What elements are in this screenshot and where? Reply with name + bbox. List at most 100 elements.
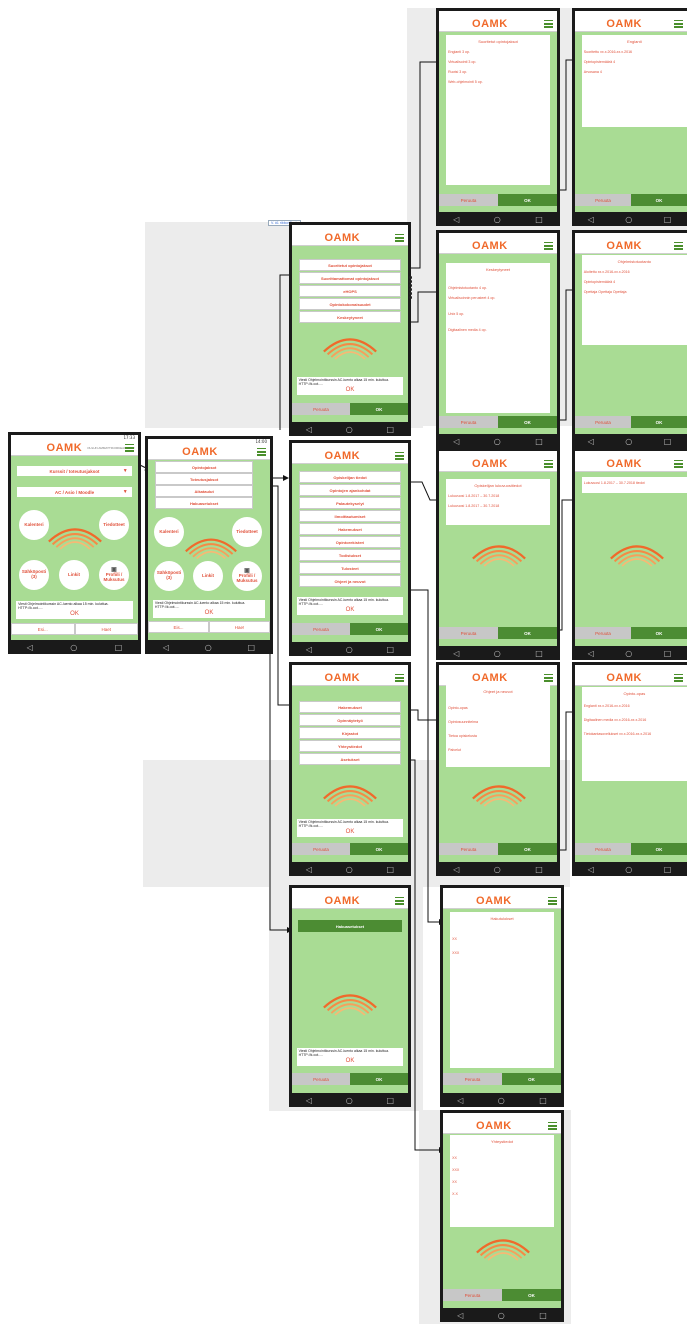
back-nav-icon[interactable]: ◁ xyxy=(457,1311,463,1320)
list-item[interactable]: Tietoa opiskelusta xyxy=(448,734,550,738)
notices-button[interactable]: Tiedotteet xyxy=(232,517,262,547)
menu-thesis[interactable]: Opinnäytetyö xyxy=(298,714,402,726)
hamburger-menu-icon[interactable] xyxy=(674,674,683,682)
list-item[interactable]: Digitaalinen media xx.x.2016-xx.x.2016 xyxy=(584,718,687,722)
back-nav-icon[interactable]: ◁ xyxy=(453,865,459,874)
menu-item-opintojaksot[interactable]: Opintojaksot xyxy=(155,461,253,473)
menu-registrations[interactable]: Ilmoittautumiset xyxy=(298,510,402,522)
calendar-button[interactable]: Kalenteri xyxy=(154,517,184,547)
back-nav-icon[interactable]: ◁ xyxy=(27,643,33,652)
email-button[interactable]: Sähköposti (3) xyxy=(19,560,49,590)
ok-button[interactable]: OK xyxy=(502,1073,561,1085)
list-item[interactable]: XX xyxy=(452,1156,554,1160)
menu-item-toteutusjaksot[interactable]: Toteutusjaksot xyxy=(155,473,253,485)
search-button[interactable]: Hae! xyxy=(209,621,270,633)
profile-button[interactable]: ▣ Profiili / Muksutus xyxy=(232,561,262,591)
home-nav-icon[interactable]: ○ xyxy=(346,645,353,654)
ok-button[interactable]: OK xyxy=(498,843,557,855)
home-nav-icon[interactable]: ○ xyxy=(205,643,212,652)
ok-button[interactable]: OK xyxy=(350,623,408,635)
list-item[interactable]: Opintosuunnitelma xyxy=(448,720,550,724)
menu-feedback[interactable]: Palautekyselyt xyxy=(298,497,402,509)
home-nav-icon[interactable]: ○ xyxy=(625,215,632,224)
back-nav-icon[interactable]: ◁ xyxy=(588,865,594,874)
back-nav-icon[interactable]: ◁ xyxy=(588,437,594,446)
home-nav-icon[interactable]: ○ xyxy=(346,865,353,874)
cancel-search-button[interactable]: Esi... xyxy=(11,623,75,635)
back-nav-icon[interactable]: ◁ xyxy=(163,643,169,652)
back-nav-icon[interactable]: ◁ xyxy=(453,215,459,224)
ok-button[interactable]: OK xyxy=(350,1073,408,1085)
ok-button[interactable]: OK xyxy=(498,627,557,639)
recent-apps-icon[interactable]: □ xyxy=(387,865,395,874)
message-ok-button[interactable]: OK xyxy=(18,611,131,617)
recent-apps-icon[interactable]: □ xyxy=(535,437,543,446)
list-item[interactable]: XXX xyxy=(452,951,554,955)
cancel-button[interactable]: Peruuta xyxy=(439,416,498,428)
list-item[interactable]: Virtualisointi 3 op. xyxy=(448,60,550,64)
platform-dropdown[interactable]: AC / Asio / Moodle ▼ xyxy=(17,487,132,497)
cancel-button[interactable]: Peruuta xyxy=(292,623,350,635)
message-ok-button[interactable]: OK xyxy=(299,607,402,613)
hamburger-menu-icon[interactable] xyxy=(257,448,266,456)
home-nav-icon[interactable]: ○ xyxy=(498,1311,505,1320)
recent-apps-icon[interactable]: □ xyxy=(664,437,672,446)
home-nav-icon[interactable]: ○ xyxy=(494,437,501,446)
home-nav-icon[interactable]: ○ xyxy=(346,1096,353,1105)
search-button[interactable]: Haet xyxy=(74,623,138,635)
menu-certificates[interactable]: Todistukset xyxy=(298,549,402,561)
menu-study-periods[interactable]: Opintojen ajankohdat xyxy=(298,484,402,496)
home-nav-icon[interactable]: ○ xyxy=(494,649,501,658)
menu-student-info[interactable]: Opiskelijan tiedot xyxy=(298,471,402,483)
recent-apps-icon[interactable]: □ xyxy=(387,1096,395,1105)
home-nav-icon[interactable]: ○ xyxy=(625,649,632,658)
menu-settings[interactable]: Asetukset xyxy=(298,753,402,765)
calendar-button[interactable]: Kalenteri xyxy=(19,510,49,540)
cancel-button[interactable]: Peruuta xyxy=(292,843,350,855)
recent-apps-icon[interactable]: □ xyxy=(539,1096,547,1105)
back-nav-icon[interactable]: ◁ xyxy=(306,645,312,654)
hamburger-menu-icon[interactable] xyxy=(674,20,683,28)
menu-ehops[interactable]: eHOPS xyxy=(298,285,402,297)
menu-applications[interactable]: Hakemukset xyxy=(298,523,402,535)
list-item[interactable]: Lukuvuosi 1.8.2017 – 30.7.2018 xyxy=(448,504,550,508)
home-nav-icon[interactable]: ○ xyxy=(625,865,632,874)
ok-button[interactable]: OK xyxy=(631,194,687,206)
hamburger-menu-icon[interactable] xyxy=(395,674,404,682)
recent-apps-icon[interactable]: □ xyxy=(664,649,672,658)
recent-apps-icon[interactable]: □ xyxy=(248,643,256,652)
ok-button[interactable]: OK xyxy=(350,403,408,415)
list-item[interactable]: Englanti xx.x.2016-xx.x.2016 xyxy=(584,704,687,708)
links-button[interactable]: Linkit xyxy=(193,561,223,591)
back-nav-icon[interactable]: ◁ xyxy=(588,649,594,658)
recent-apps-icon[interactable]: □ xyxy=(535,215,543,224)
recent-apps-icon[interactable]: □ xyxy=(539,1311,547,1320)
recent-apps-icon[interactable]: □ xyxy=(535,649,543,658)
back-nav-icon[interactable]: ◁ xyxy=(457,1096,463,1105)
hamburger-menu-icon[interactable] xyxy=(548,897,557,905)
recent-apps-icon[interactable]: □ xyxy=(535,865,543,874)
menu-study-modules[interactable]: Opintokokonaisuudet xyxy=(298,298,402,310)
profile-button[interactable]: ▣ Profiili / Muksutus xyxy=(99,560,129,590)
list-item[interactable]: XXX xyxy=(452,1168,554,1172)
back-nav-icon[interactable]: ◁ xyxy=(306,425,312,434)
recent-apps-icon[interactable]: □ xyxy=(664,215,672,224)
list-item[interactable]: Palvelut xyxy=(448,748,550,752)
menu-suspended[interactable]: Keskeytyneet xyxy=(298,311,402,323)
menu-uncompleted-courses[interactable]: Suorittamattomat opintojaksot xyxy=(298,272,402,284)
cancel-button[interactable]: Peruuta xyxy=(443,1289,502,1301)
cancel-button[interactable]: Peruuta xyxy=(575,843,631,855)
list-item[interactable]: Lukuvuosi 1.8.2017 – 30.7.2018 xyxy=(448,494,550,498)
search-settings-button[interactable]: Hakuasetukset xyxy=(297,920,403,932)
hamburger-menu-icon[interactable] xyxy=(544,242,553,250)
ok-button[interactable]: OK xyxy=(502,1289,561,1301)
list-item[interactable]: XX xyxy=(452,1180,554,1184)
menu-instructions[interactable]: Ohjeet ja neuvot xyxy=(298,575,402,587)
email-button[interactable]: Sähköposti (3) xyxy=(154,561,184,591)
hamburger-menu-icon[interactable] xyxy=(544,20,553,28)
back-nav-icon[interactable]: ◁ xyxy=(306,1096,312,1105)
message-ok-button[interactable]: OK xyxy=(155,610,263,616)
ok-button[interactable]: OK xyxy=(498,194,557,206)
cancel-button[interactable]: Peruuta xyxy=(292,1073,350,1085)
menu-completed-courses[interactable]: Suoritetut opintojaksot xyxy=(298,259,402,271)
